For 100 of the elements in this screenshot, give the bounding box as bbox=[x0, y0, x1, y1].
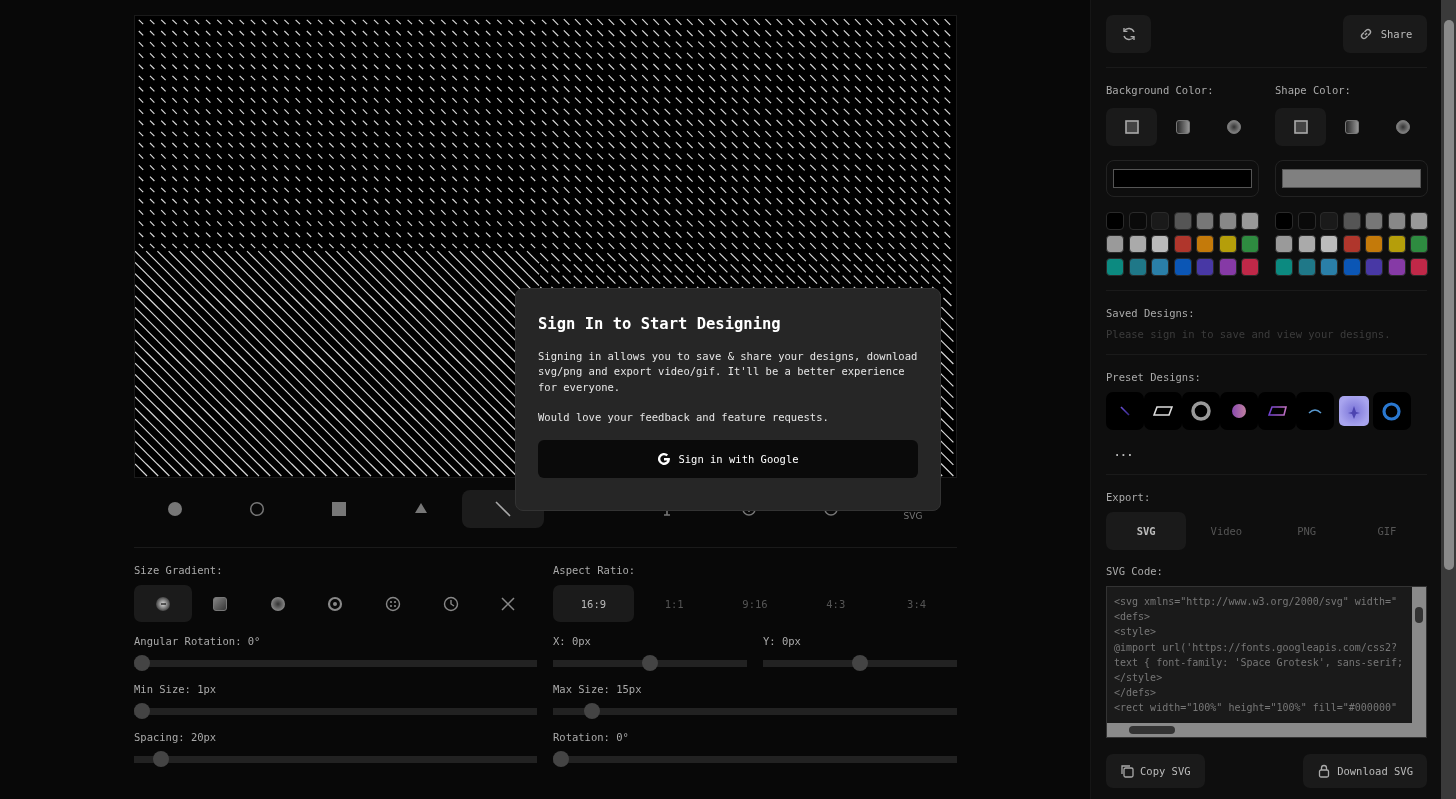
slider-thumb[interactable] bbox=[584, 703, 601, 719]
ring-drawing bbox=[1191, 401, 1212, 421]
preset-design[interactable] bbox=[1372, 392, 1411, 430]
color-swatch[interactable] bbox=[1196, 258, 1214, 276]
color-swatch[interactable] bbox=[1173, 235, 1192, 253]
page-scrollbar[interactable] bbox=[1441, 0, 1456, 799]
color-swatch[interactable] bbox=[1151, 258, 1169, 276]
vertical-scrollbar[interactable] bbox=[1412, 587, 1426, 723]
color-swatch[interactable] bbox=[1275, 235, 1293, 253]
line-drawing bbox=[1120, 406, 1130, 416]
square-icon bbox=[331, 501, 347, 517]
code-textarea[interactable] bbox=[1106, 586, 1427, 738]
code-line: <rect width="100%" height="100%" fill="#000000" bbox=[1114, 701, 1398, 716]
aspect-ratio-option[interactable]: 16:9 bbox=[553, 585, 634, 622]
color-swatch[interactable] bbox=[1128, 235, 1147, 253]
slider-thumb[interactable] bbox=[153, 751, 170, 767]
slider-label: Y: 0px bbox=[763, 635, 802, 648]
export-tab[interactable]: SVG bbox=[1106, 512, 1187, 550]
copy-icon bbox=[1120, 764, 1134, 778]
gradient-option[interactable] bbox=[134, 585, 192, 622]
color-swatch[interactable] bbox=[1128, 212, 1147, 230]
code-line: @import url('https://fonts.googleapis.com/css2? bbox=[1114, 640, 1398, 655]
color-swatch[interactable] bbox=[1151, 235, 1169, 253]
color-swatch[interactable] bbox=[1320, 235, 1338, 253]
bold-ring-drawing bbox=[1382, 401, 1402, 421]
slider-thumb[interactable] bbox=[134, 655, 150, 671]
color-swatch[interactable] bbox=[1410, 258, 1428, 276]
slider-thumb[interactable] bbox=[553, 751, 569, 767]
color-swatch[interactable] bbox=[1365, 258, 1383, 276]
fill-type-button[interactable] bbox=[1275, 108, 1326, 146]
color-swatch[interactable] bbox=[1173, 212, 1192, 230]
color-swatch[interactable] bbox=[1275, 258, 1293, 276]
slider-thumb[interactable] bbox=[642, 655, 658, 671]
color-swatch[interactable] bbox=[1196, 212, 1214, 230]
color-swatch[interactable] bbox=[1387, 235, 1406, 253]
export-tab[interactable]: Video bbox=[1186, 512, 1267, 550]
horizontal-scrollbar[interactable] bbox=[1107, 723, 1426, 737]
export-tab[interactable]: PNG bbox=[1266, 512, 1347, 550]
color-swatch[interactable] bbox=[1387, 212, 1406, 230]
color-swatch[interactable] bbox=[1106, 235, 1124, 253]
section-label: Preset Designs: bbox=[1106, 371, 1202, 384]
color-swatch[interactable] bbox=[1297, 258, 1316, 276]
aspect-ratio-option[interactable]: 4:3 bbox=[795, 585, 877, 622]
color-picker-field[interactable] bbox=[1106, 160, 1259, 197]
aspect-ratio-option[interactable]: 1:1 bbox=[633, 585, 715, 622]
color-swatch[interactable] bbox=[1365, 235, 1383, 253]
color-swatch[interactable] bbox=[1342, 258, 1361, 276]
fill-type-button[interactable] bbox=[1106, 108, 1157, 146]
slider-thumb[interactable] bbox=[852, 655, 868, 671]
svg-shape-button[interactable]: SVG bbox=[872, 490, 954, 528]
download-button[interactable]: Download SVG bbox=[1303, 754, 1427, 788]
code-line: <defs> bbox=[1114, 610, 1152, 625]
color-swatch[interactable] bbox=[1342, 235, 1361, 253]
linear-fill-icon bbox=[1174, 119, 1191, 135]
color-swatch[interactable] bbox=[1218, 212, 1237, 230]
linear-fill-icon bbox=[1343, 119, 1360, 135]
slider-label: Rotation: 0° bbox=[553, 731, 630, 744]
more-button[interactable]: ... bbox=[1114, 444, 1133, 460]
share-button[interactable]: Share bbox=[1343, 15, 1427, 53]
slider-label: Min Size: 1px bbox=[134, 683, 218, 696]
copy-button[interactable]: Copy SVG bbox=[1106, 754, 1205, 788]
color-swatch[interactable] bbox=[1241, 212, 1259, 230]
square-gradient-icon bbox=[212, 595, 229, 612]
none-icon bbox=[500, 595, 517, 612]
color-swatch[interactable] bbox=[1128, 258, 1147, 276]
aspect-ratio-option[interactable]: 9:16 bbox=[714, 585, 796, 622]
color-swatch[interactable] bbox=[1365, 212, 1383, 230]
circle-icon bbox=[167, 501, 183, 517]
section-label: Export: bbox=[1106, 491, 1152, 504]
section-label: Saved Designs: bbox=[1106, 307, 1196, 320]
color-swatch[interactable] bbox=[1275, 212, 1293, 230]
color-swatch[interactable] bbox=[1410, 235, 1428, 253]
color-swatch[interactable] bbox=[1410, 212, 1428, 230]
color-swatch[interactable] bbox=[1196, 235, 1214, 253]
color-swatch[interactable] bbox=[1218, 235, 1237, 253]
color-swatch[interactable] bbox=[1297, 212, 1316, 230]
color-swatch[interactable] bbox=[1320, 212, 1338, 230]
target-icon bbox=[823, 511, 839, 517]
google-sign-in-button[interactable]: Sign in with Google bbox=[538, 440, 918, 479]
code-line: </defs> bbox=[1114, 686, 1158, 701]
color-swatch[interactable] bbox=[1218, 258, 1237, 276]
color-swatch[interactable] bbox=[1106, 212, 1124, 230]
radial-icon bbox=[269, 595, 286, 612]
aspect-ratio-option[interactable]: 3:4 bbox=[876, 585, 957, 622]
color-swatch[interactable] bbox=[1342, 212, 1361, 230]
ball-drawing bbox=[1232, 404, 1247, 418]
color-swatch[interactable] bbox=[1106, 258, 1124, 276]
color-swatch[interactable] bbox=[1320, 258, 1338, 276]
export-tab[interactable]: GIF bbox=[1346, 512, 1427, 550]
color-swatch[interactable] bbox=[1173, 258, 1192, 276]
color-swatch[interactable] bbox=[1387, 258, 1406, 276]
color-picker-field[interactable] bbox=[1275, 160, 1428, 197]
section-label: Shape Color: bbox=[1275, 84, 1352, 97]
refresh-button[interactable] bbox=[1106, 15, 1151, 53]
color-swatch[interactable] bbox=[1241, 258, 1259, 276]
color-swatch[interactable] bbox=[1151, 212, 1169, 230]
color-swatch[interactable] bbox=[1297, 235, 1316, 253]
color-swatch[interactable] bbox=[1241, 235, 1259, 253]
slider-thumb[interactable] bbox=[134, 703, 150, 719]
code-line: text { font-family: 'Space Grotesk', sans-serif; bbox=[1114, 655, 1404, 670]
